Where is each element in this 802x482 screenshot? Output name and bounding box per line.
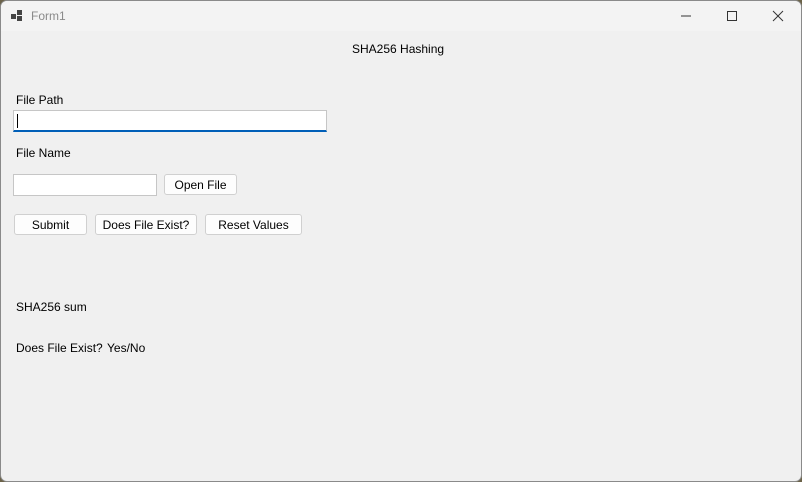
text-caret [17,114,18,128]
submit-button[interactable]: Submit [14,214,87,235]
file-path-label: File Path [16,93,64,107]
file-exist-value: Yes/No [107,341,146,355]
close-icon [772,10,784,22]
file-path-input[interactable] [13,110,327,132]
title-bar[interactable]: Form1 [1,1,801,31]
file-exist-button[interactable]: Does File Exist? [95,214,197,235]
reset-values-button[interactable]: Reset Values [205,214,302,235]
minimize-button[interactable] [663,1,709,31]
file-exist-label: Does File Exist? [16,341,103,355]
minimize-icon [681,15,691,17]
open-file-button[interactable]: Open File [164,174,237,195]
main-window: Form1 SHA256 Hashing File Path File Name… [0,0,802,482]
maximize-button[interactable] [709,1,755,31]
app-icon [11,10,23,22]
close-button[interactable] [755,1,801,31]
maximize-icon [727,11,737,21]
form-heading: SHA256 Hashing [352,42,445,56]
file-name-label: File Name [16,146,71,160]
window-title: Form1 [31,9,66,23]
sha256-sum-label: SHA256 sum [16,300,87,314]
file-name-input[interactable] [13,174,157,196]
